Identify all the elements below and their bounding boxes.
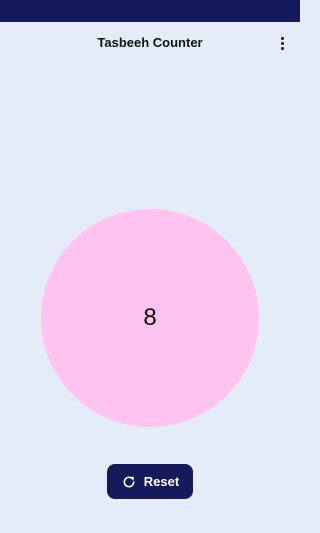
reset-label: Reset xyxy=(143,473,180,489)
reset-button[interactable]: Reset xyxy=(107,464,193,499)
counter-tap-area[interactable]: 8 xyxy=(41,209,259,427)
menu-dot xyxy=(280,41,284,45)
app-bar: Tasbeeh Counter xyxy=(0,22,300,66)
refresh-icon xyxy=(123,476,135,487)
status-bar xyxy=(0,0,300,22)
app-title: Tasbeeh Counter xyxy=(97,35,203,50)
more-vert-icon[interactable] xyxy=(276,34,288,52)
menu-dot xyxy=(280,36,284,40)
counter-value: 8 xyxy=(143,304,157,331)
menu-dot xyxy=(280,46,284,50)
